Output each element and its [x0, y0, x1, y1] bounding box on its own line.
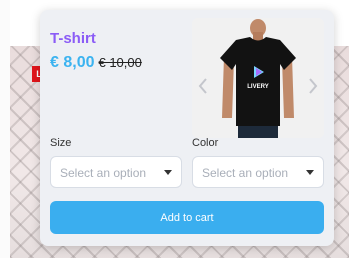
regular-price: € 10,00 — [98, 55, 142, 70]
product-price: € 8,00 € 10,00 — [50, 54, 142, 72]
caret-down-icon — [164, 170, 172, 175]
caret-down-icon — [306, 170, 314, 175]
product-title: T-shirt — [50, 30, 96, 47]
product-image: LIVERY — [192, 18, 324, 138]
add-to-cart-button[interactable]: Add to cart — [50, 201, 324, 234]
product-image-gallery[interactable]: LIVERY — [192, 18, 324, 138]
color-select-value: Select an option — [202, 166, 289, 180]
color-select[interactable]: Select an option — [192, 156, 324, 188]
chevron-right-icon[interactable] — [306, 76, 320, 96]
background-page — [0, 0, 10, 258]
size-select[interactable]: Select an option — [50, 156, 182, 188]
shirt-print-text: LIVERY — [247, 84, 268, 90]
size-select-value: Select an option — [60, 166, 147, 180]
size-label: Size — [50, 137, 72, 149]
quick-view-card: T-shirt € 8,00 € 10,00 LIVERY Size Color… — [40, 10, 334, 246]
color-label: Color — [192, 137, 219, 149]
chevron-left-icon[interactable] — [196, 76, 210, 96]
sale-price: € 8,00 — [50, 54, 95, 71]
